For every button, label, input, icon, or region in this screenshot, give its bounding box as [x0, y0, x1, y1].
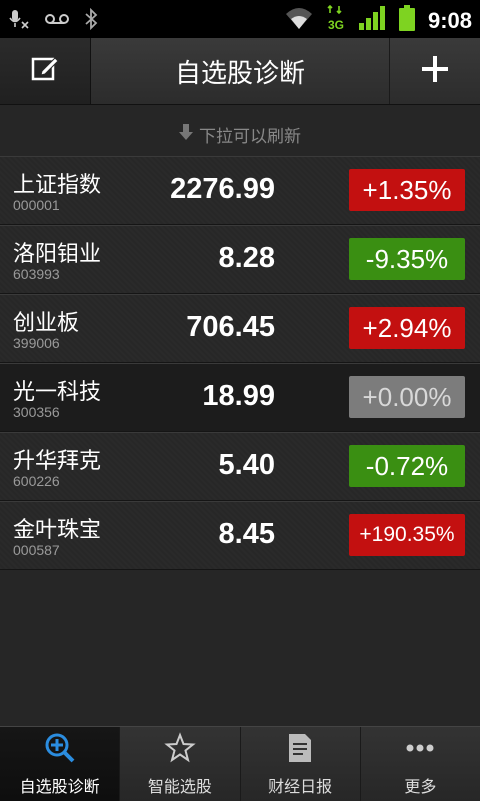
nav-label: 更多 — [404, 778, 437, 796]
stock-code: 300356 — [13, 404, 60, 420]
battery-icon — [398, 4, 416, 37]
page-title: 自选股诊断 — [174, 57, 305, 88]
stock-price: 8.45 — [218, 518, 275, 550]
stock-row[interactable]: 升华拜克 600226 5.40 -0.72% — [0, 432, 480, 501]
signal-icon — [358, 5, 386, 36]
more-icon — [404, 732, 436, 769]
star-icon — [164, 731, 196, 769]
plus-icon — [420, 54, 450, 89]
status-bar: 3G 9:08 — [0, 0, 480, 38]
stock-change-badge[interactable]: -0.72% — [349, 445, 465, 487]
search-chart-icon — [43, 732, 77, 769]
add-stock-button[interactable] — [389, 38, 480, 104]
stock-code: 399006 — [13, 335, 60, 351]
arrow-down-icon — [179, 123, 193, 146]
nav-tab-more[interactable]: 更多 — [359, 727, 480, 801]
stock-row[interactable]: 光一科技 300356 18.99 +0.00% — [0, 363, 480, 432]
stock-row[interactable]: 创业板 399006 706.45 +2.94% — [0, 294, 480, 363]
edit-icon — [30, 54, 60, 89]
stock-change-badge[interactable]: +0.00% — [349, 376, 465, 418]
stock-name: 上证指数 — [13, 172, 102, 197]
stock-name: 光一科技 — [13, 379, 102, 404]
nav-tab-finance-daily[interactable]: 财经日报 — [239, 727, 360, 801]
nav-tab-smart-picks[interactable]: 智能选股 — [119, 727, 240, 801]
nav-label: 智能选股 — [147, 778, 212, 796]
bottom-nav: 自选股诊断 智能选股 财经日报 更多 — [0, 726, 480, 801]
nav-label: 财经日报 — [268, 778, 333, 796]
stock-code: 600226 — [13, 473, 60, 489]
stock-code: 603993 — [13, 266, 60, 282]
stock-name: 升华拜克 — [13, 448, 102, 473]
stock-change-badge[interactable]: -9.35% — [349, 238, 465, 280]
bluetooth-icon — [84, 7, 98, 35]
pull-to-refresh-hint: 下拉可以刷新 — [0, 114, 480, 154]
stock-name: 金叶珠宝 — [13, 517, 102, 542]
stock-change-badge[interactable]: +2.94% — [349, 307, 465, 349]
voicemail-icon — [44, 8, 70, 35]
stock-name: 创业板 — [13, 310, 80, 335]
stock-price: 706.45 — [186, 311, 275, 343]
stock-price: 5.40 — [218, 449, 275, 481]
stock-code: 000001 — [13, 197, 60, 213]
document-icon — [286, 732, 314, 769]
stock-row[interactable]: 洛阳钼业 603993 8.28 -9.35% — [0, 225, 480, 294]
title-bar: 自选股诊断 — [0, 38, 480, 105]
3g-data-icon: 3G — [326, 4, 346, 37]
stock-name: 洛阳钼业 — [13, 241, 102, 266]
stock-list: 上证指数 000001 2276.99 +1.35% 洛阳钼业 603993 8… — [0, 156, 480, 570]
pull-hint-text: 下拉可以刷新 — [199, 126, 301, 146]
stock-price: 2276.99 — [170, 173, 275, 205]
nav-label: 自选股诊断 — [19, 778, 100, 796]
stock-code: 000587 — [13, 542, 60, 558]
wifi-icon — [284, 5, 314, 36]
stock-change-badge[interactable]: +1.35% — [349, 169, 465, 211]
stock-price: 18.99 — [202, 380, 275, 412]
svg-text:3G: 3G — [328, 18, 344, 32]
stock-row[interactable]: 金叶珠宝 000587 8.45 +190.35% — [0, 501, 480, 570]
nav-tab-stock-diagnosis[interactable]: 自选股诊断 — [0, 727, 120, 801]
stock-row[interactable]: 上证指数 000001 2276.99 +1.35% — [0, 156, 480, 225]
stock-change-badge[interactable]: +190.35% — [349, 514, 465, 556]
stock-price: 8.28 — [218, 242, 275, 274]
microphone-muted-icon — [8, 8, 30, 35]
clock: 9:08 — [427, 7, 472, 33]
edit-button[interactable] — [0, 38, 91, 104]
